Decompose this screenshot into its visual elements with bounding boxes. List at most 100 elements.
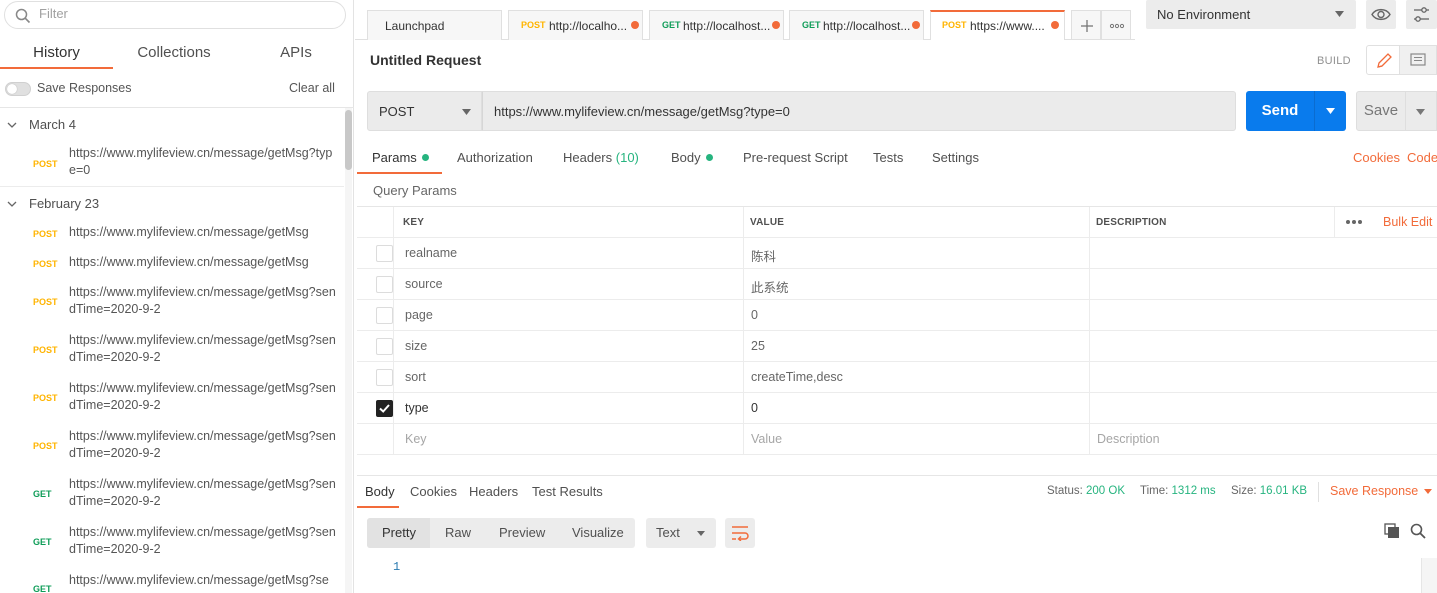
history-item[interactable]: GET https://www.mylifeview.cn/message/ge… xyxy=(0,476,344,512)
param-key[interactable]: type xyxy=(405,401,429,415)
send-options-button[interactable] xyxy=(1314,91,1346,131)
response-size[interactable]: Size: 16.01 KB xyxy=(1231,485,1307,497)
new-value-input[interactable]: Value xyxy=(751,432,782,446)
sidebar-scrollbar-track[interactable] xyxy=(345,108,352,593)
cookies-link[interactable]: Cookies xyxy=(1353,150,1400,165)
param-description[interactable] xyxy=(1089,362,1437,393)
response-status[interactable]: Status: 200 OK xyxy=(1047,485,1125,497)
new-description-input[interactable]: Description xyxy=(1097,432,1160,446)
more-horizontal-icon[interactable] xyxy=(1345,219,1363,225)
history-item[interactable]: GET https://www.mylifeview.cn/message/ge… xyxy=(0,572,344,593)
bulk-edit-link[interactable]: Bulk Edit xyxy=(1383,215,1432,229)
method-select[interactable]: POST xyxy=(367,91,482,131)
history-item[interactable]: GET https://www.mylifeview.cn/message/ge… xyxy=(0,524,344,560)
tab-tests[interactable]: Tests xyxy=(873,150,903,165)
manage-environments-button[interactable] xyxy=(1406,0,1437,29)
response-tab-cookies[interactable]: Cookies xyxy=(410,484,457,499)
tab-options-button[interactable] xyxy=(1101,10,1131,40)
url-input[interactable]: https://www.mylifeview.cn/message/getMsg… xyxy=(482,91,1236,131)
param-checkbox[interactable] xyxy=(376,369,393,386)
param-value[interactable]: 0 xyxy=(751,401,758,415)
save-button[interactable]: Save xyxy=(1356,91,1406,131)
param-key[interactable]: sort xyxy=(405,370,426,384)
method-badge: POST xyxy=(33,393,58,403)
format-raw-button[interactable]: Raw xyxy=(445,525,471,540)
param-checkbox[interactable] xyxy=(376,245,393,262)
search-icon[interactable] xyxy=(1410,523,1426,539)
param-value[interactable]: 0 xyxy=(751,308,758,322)
history-item[interactable]: POST https://www.mylifeview.cn/message/g… xyxy=(0,224,344,248)
response-type-select[interactable]: Text xyxy=(646,518,716,548)
param-description[interactable] xyxy=(1089,238,1437,269)
response-tab-body[interactable]: Body xyxy=(365,484,395,499)
response-tab-headers[interactable]: Headers xyxy=(469,484,518,499)
history-group-header[interactable]: February 23 xyxy=(0,196,340,214)
filter-input-box[interactable] xyxy=(4,1,346,29)
response-time[interactable]: Time: 1312 ms xyxy=(1140,485,1216,497)
new-key-input[interactable]: Key xyxy=(405,432,427,446)
format-pretty-button[interactable]: Pretty xyxy=(382,525,416,540)
tab-body[interactable]: Body xyxy=(671,150,713,165)
param-checkbox-checked[interactable] xyxy=(376,400,393,417)
param-value[interactable]: 25 xyxy=(751,339,765,353)
param-value[interactable]: 此系统 xyxy=(751,277,789,296)
chevron-down-icon xyxy=(7,122,17,128)
tab-headers[interactable]: Headers (10) xyxy=(563,150,639,165)
new-tab-button[interactable] xyxy=(1071,10,1101,40)
documentation-button[interactable] xyxy=(1400,45,1437,75)
param-key[interactable]: page xyxy=(405,308,433,322)
param-checkbox[interactable] xyxy=(376,338,393,355)
save-options-button[interactable] xyxy=(1406,91,1437,131)
filter-input[interactable] xyxy=(39,6,319,21)
history-item[interactable]: POST https://www.mylifeview.cn/message/g… xyxy=(0,380,344,416)
param-checkbox[interactable] xyxy=(376,276,393,293)
format-preview-button[interactable]: Preview xyxy=(499,525,545,540)
editor-scrollbar[interactable] xyxy=(1421,558,1437,593)
environment-select[interactable]: No Environment xyxy=(1146,0,1356,29)
history-item[interactable]: POST https://www.mylifeview.cn/message/g… xyxy=(0,254,344,278)
param-key[interactable]: size xyxy=(405,339,427,353)
code-link[interactable]: Code xyxy=(1407,150,1437,165)
param-description[interactable] xyxy=(1089,300,1437,331)
param-description[interactable] xyxy=(1089,331,1437,362)
build-mode-button[interactable] xyxy=(1366,45,1400,75)
response-tab-test-results[interactable]: Test Results xyxy=(532,484,603,499)
param-description[interactable] xyxy=(1089,393,1437,424)
history-item[interactable]: POST https://www.mylifeview.cn/message/g… xyxy=(0,145,344,181)
divider xyxy=(0,186,344,187)
history-group-header[interactable]: March 4 xyxy=(0,117,340,135)
request-name[interactable]: Untitled Request xyxy=(370,52,481,68)
format-visualize-button[interactable]: Visualize xyxy=(572,525,624,540)
history-item[interactable]: POST https://www.mylifeview.cn/message/g… xyxy=(0,428,344,464)
request-tab[interactable]: GET http://localhost... xyxy=(649,10,784,40)
param-value[interactable]: createTime,desc xyxy=(751,370,843,384)
send-button[interactable]: Send xyxy=(1246,91,1314,131)
param-key[interactable]: realname xyxy=(405,246,457,260)
environment-quick-look-button[interactable] xyxy=(1366,0,1396,29)
sidebar-scrollbar-thumb[interactable] xyxy=(345,110,352,170)
request-tab-active[interactable]: POST https://www.... xyxy=(930,10,1065,40)
tab-pre-request-script[interactable]: Pre-request Script xyxy=(743,150,848,165)
tab-authorization[interactable]: Authorization xyxy=(457,150,533,165)
param-value[interactable]: 陈科 xyxy=(751,246,776,265)
request-tab[interactable]: POST http://localho... xyxy=(508,10,643,40)
sidebar-tab-collections[interactable]: Collections xyxy=(118,44,230,66)
tab-settings[interactable]: Settings xyxy=(932,150,979,165)
sidebar-tab-history[interactable]: History xyxy=(0,44,113,66)
clear-all-button[interactable]: Clear all xyxy=(289,81,335,95)
copy-icon[interactable] xyxy=(1384,523,1400,539)
history-item[interactable]: POST https://www.mylifeview.cn/message/g… xyxy=(0,284,344,320)
tab-params[interactable]: Params xyxy=(372,150,429,165)
save-responses-toggle[interactable] xyxy=(5,82,31,96)
sidebar-tab-apis[interactable]: APIs xyxy=(240,44,352,66)
wrap-lines-button[interactable] xyxy=(725,518,755,548)
history-item[interactable]: POST https://www.mylifeview.cn/message/g… xyxy=(0,332,344,368)
param-description[interactable] xyxy=(1089,269,1437,300)
tab-launchpad[interactable]: Launchpad xyxy=(367,10,502,40)
request-tab[interactable]: GET http://localhost... xyxy=(789,10,924,40)
params-table: KEY VALUE DESCRIPTION Bulk Edit realname… xyxy=(357,206,1437,455)
save-response-button[interactable]: Save Response xyxy=(1330,484,1432,498)
table-row: sort createTime,desc xyxy=(357,362,1437,393)
param-key[interactable]: source xyxy=(405,277,443,291)
param-checkbox[interactable] xyxy=(376,307,393,324)
